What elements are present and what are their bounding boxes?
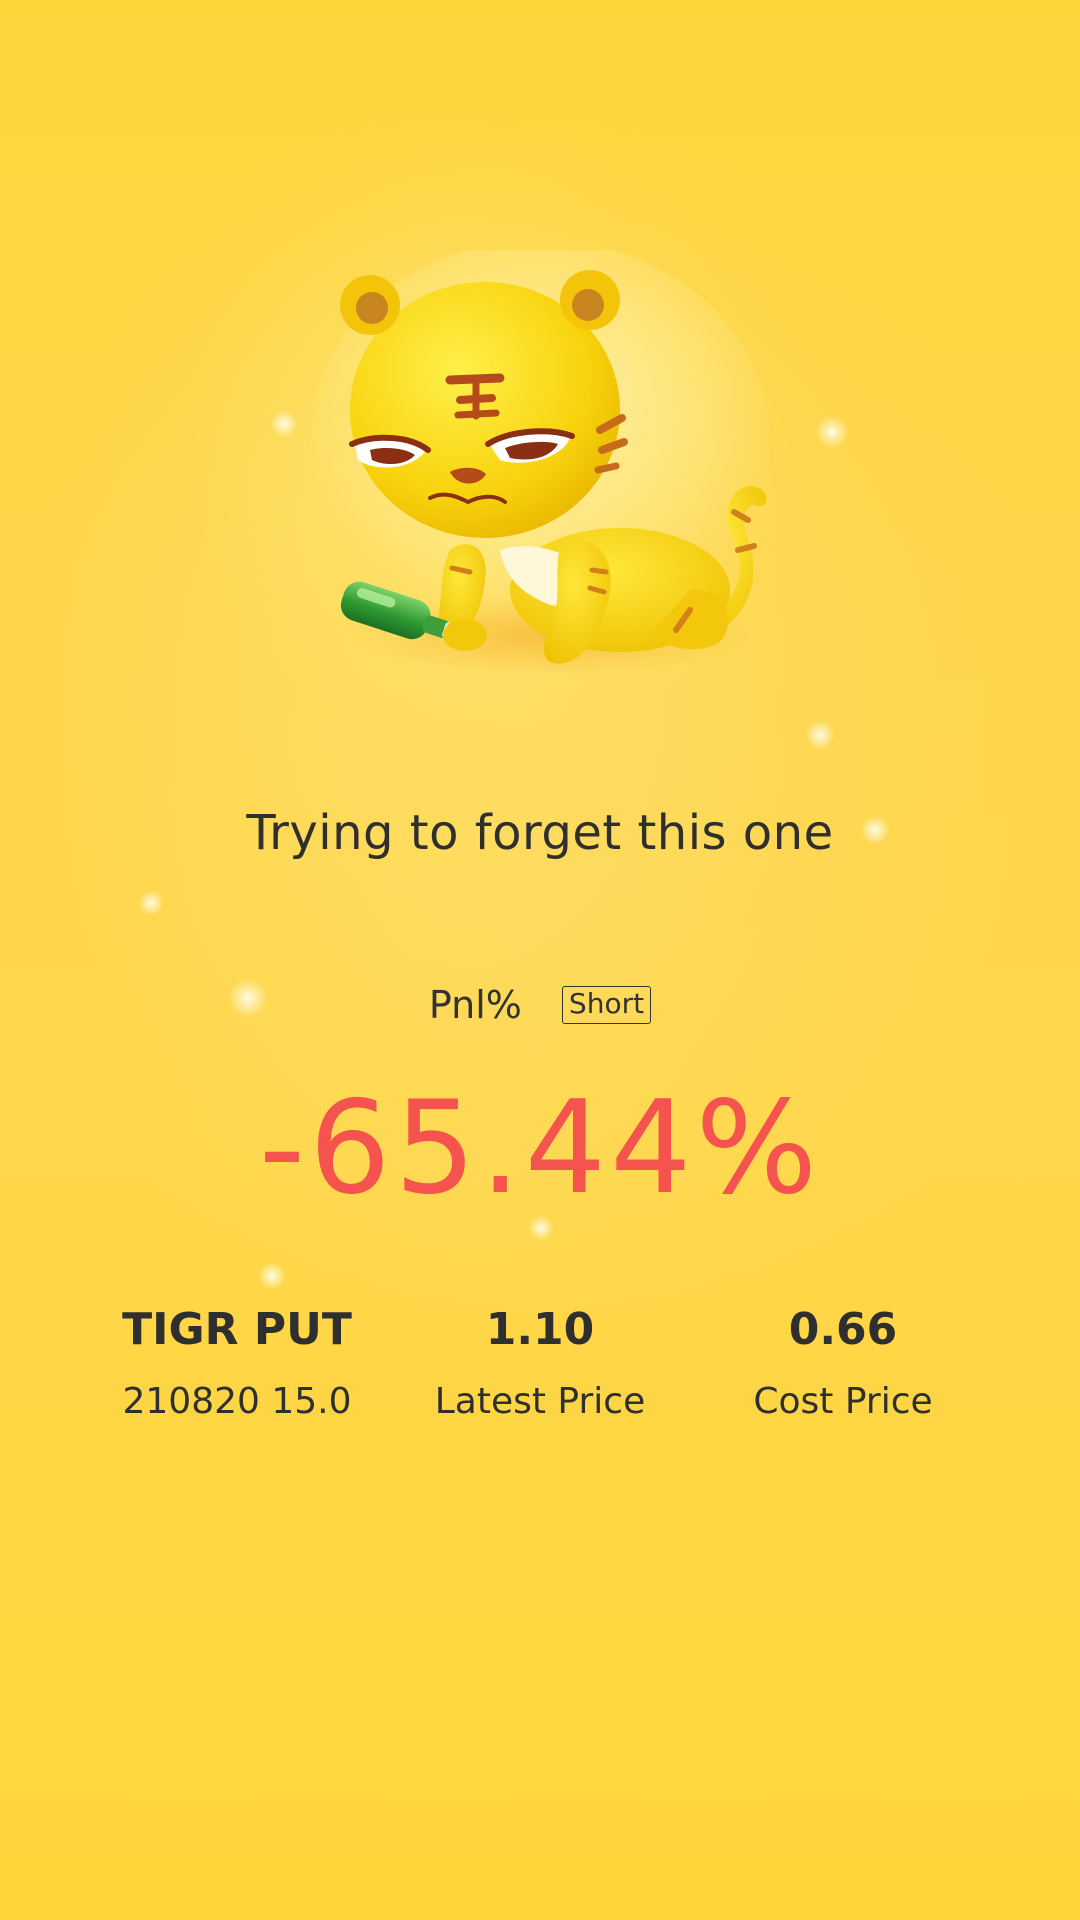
headline-message: Trying to forget this one (246, 805, 834, 861)
stat-latest-price: 1.10 Latest Price (390, 1300, 690, 1432)
stat-cost-price: 0.66 Cost Price (693, 1300, 993, 1432)
sparkle (138, 890, 164, 916)
sparkle (815, 415, 849, 449)
sparkle (805, 720, 835, 750)
sparkle (270, 410, 298, 438)
contract-detail: 210820 15.0 (122, 1381, 352, 1422)
cost-price-label: Cost Price (753, 1381, 933, 1422)
cost-price-value: 0.66 (788, 1304, 898, 1355)
pnl-label: Pnl% (428, 983, 522, 1027)
position-side-badge: Short (561, 986, 652, 1024)
sad-tiger-mascot-icon (300, 240, 780, 710)
latest-price-value: 1.10 (485, 1304, 595, 1355)
pnl-percent-value: -65.44% (258, 1074, 822, 1223)
contract-name: TIGR PUT (122, 1304, 352, 1355)
stat-contract: TIGR PUT 210820 15.0 (87, 1300, 387, 1432)
pnl-header: Pnl% Short (0, 983, 1080, 1027)
sparkle (258, 1262, 286, 1290)
latest-price-label: Latest Price (434, 1381, 646, 1422)
